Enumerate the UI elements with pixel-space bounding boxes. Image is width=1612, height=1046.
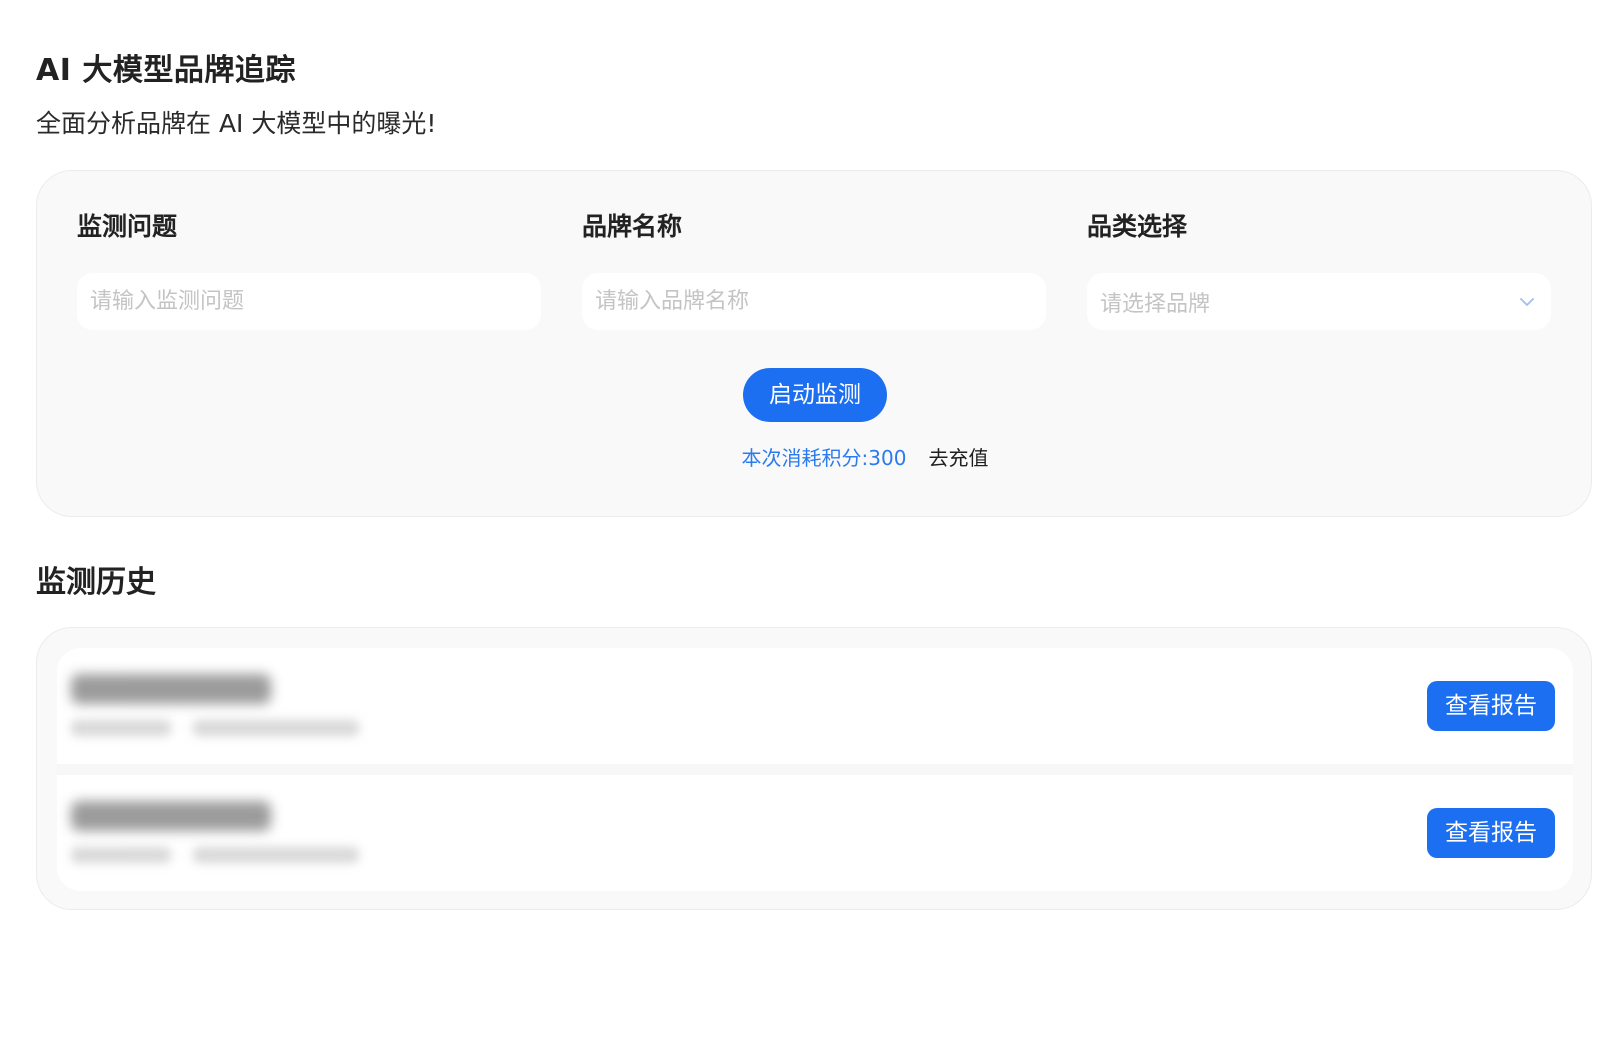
history-row-title-redacted [71, 674, 271, 704]
history-row: 查看报告 [57, 648, 1573, 764]
chevron-down-icon [1516, 291, 1538, 313]
history-title: 监测历史 [36, 565, 156, 600]
history-row-meta-redacted [193, 847, 359, 863]
monitor-question-input[interactable] [77, 273, 541, 330]
view-report-button[interactable]: 查看报告 [1427, 808, 1555, 858]
brand-name-input[interactable] [582, 273, 1046, 330]
category-select[interactable]: 请选择品牌 [1087, 273, 1551, 330]
category-select-field: 品类选择 请选择品牌 [1087, 209, 1551, 330]
history-list: 查看报告 查看报告 [57, 648, 1573, 891]
category-select-placeholder: 请选择品牌 [1100, 291, 1211, 317]
view-report-button[interactable]: 查看报告 [1427, 681, 1555, 731]
brand-name-label: 品牌名称 [582, 212, 683, 241]
cost-line: 本次消耗积分:300 去充值 [37, 443, 1591, 473]
history-row-meta-redacted [71, 720, 171, 736]
history-row: 查看报告 [57, 775, 1573, 891]
monitor-question-label: 监测问题 [77, 212, 178, 241]
page-subtitle: 全面分析品牌在 AI 大模型中的曝光! [36, 109, 437, 138]
monitor-form-panel: 监测问题 品牌名称 品类选择 请选择品牌 启动监测 本次消耗积分:300 去充值 [36, 170, 1592, 517]
history-row-meta-redacted [71, 847, 171, 863]
brand-name-field: 品牌名称 [582, 209, 1046, 330]
page: AI 大模型品牌追踪 全面分析品牌在 AI 大模型中的曝光! 监测问题 品牌名称… [0, 0, 1612, 1046]
history-panel: 查看报告 查看报告 [36, 627, 1592, 910]
history-row-title-redacted [71, 801, 271, 831]
row-divider [57, 764, 1573, 775]
page-title: AI 大模型品牌追踪 [36, 53, 296, 88]
points-cost-text: 本次消耗积分:300 [741, 446, 907, 470]
recharge-link[interactable]: 去充值 [928, 443, 988, 473]
category-select-label: 品类选择 [1087, 212, 1188, 241]
start-monitor-button[interactable]: 启动监测 [743, 368, 887, 422]
monitor-question-field: 监测问题 [77, 209, 541, 330]
history-row-meta-redacted [193, 720, 359, 736]
